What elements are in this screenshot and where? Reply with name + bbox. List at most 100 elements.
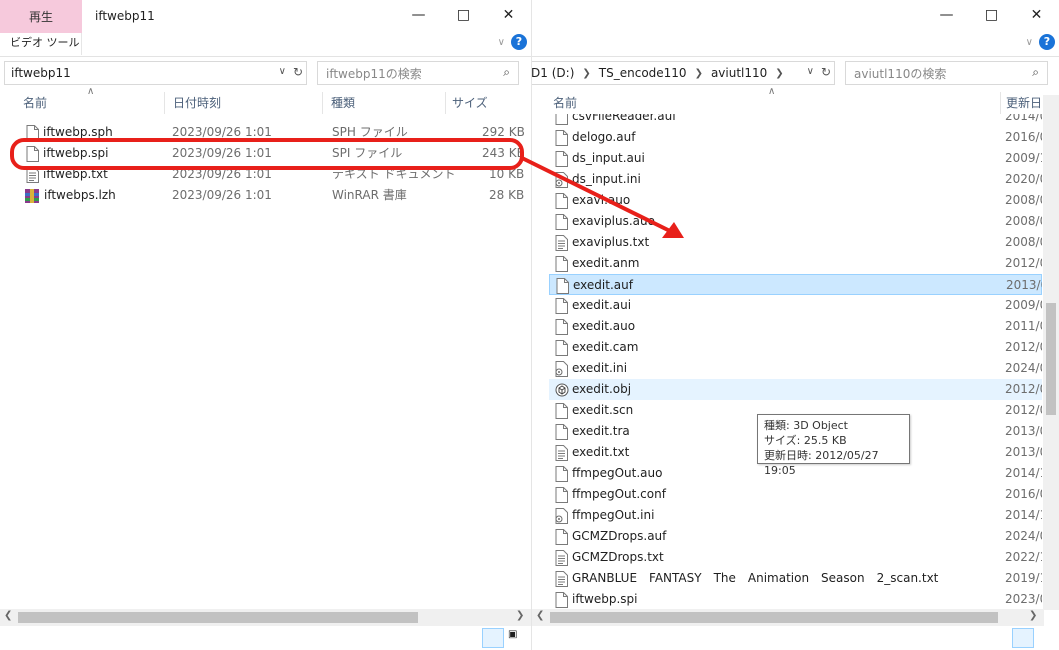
list-item[interactable]: exedit.aui 2009/0 — [549, 295, 1042, 316]
file-icon — [555, 297, 568, 314]
scroll-left-icon[interactable]: ❮ — [4, 610, 12, 621]
address-bar[interactable]: iftwebp11 ∨ ↻ — [4, 61, 307, 85]
list-item[interactable]: exedit.obj 2012/0 — [549, 379, 1042, 400]
help-icon[interactable]: ? — [511, 34, 527, 50]
playback-tool-tab[interactable]: 再生 — [0, 0, 82, 33]
list-item[interactable]: exaviplus.auo 2008/0 — [549, 211, 1042, 232]
list-item[interactable]: GRANBLUE FANTASY The Animation Season 2_… — [549, 568, 1042, 589]
breadcrumb-folder[interactable]: TS_encode110 — [599, 66, 687, 80]
file-date: 2016/0 — [1005, 130, 1042, 144]
list-item[interactable]: exedit.auo 2011/0 — [549, 316, 1042, 337]
address-dropdown-icon[interactable]: ∨ — [279, 66, 286, 77]
minimize-icon[interactable]: — — [396, 0, 441, 30]
left-horizontal-scrollbar[interactable]: ❮ ❯ — [0, 609, 531, 626]
file-date: 2014/0 — [1005, 114, 1042, 123]
column-size[interactable]: サイズ — [446, 88, 488, 116]
scroll-right-icon[interactable]: ❯ — [516, 610, 524, 621]
breadcrumb-drive[interactable]: :D1 (D:) — [532, 66, 574, 80]
minimize-icon[interactable]: — — [924, 0, 969, 30]
scrollbar-thumb[interactable] — [18, 612, 418, 623]
file-date: 2023/0 — [1005, 592, 1042, 606]
window-controls: — □ ✕ — [924, 0, 1059, 30]
search-icon[interactable]: ⌕ — [1032, 65, 1039, 80]
list-item[interactable]: csvFileReader.auf 2014/0 — [549, 114, 1042, 127]
column-name[interactable]: 名前 — [547, 88, 577, 116]
column-date[interactable]: 日付時刻 — [167, 88, 221, 116]
settings-file-icon — [555, 507, 568, 524]
refresh-icon[interactable]: ↻ — [821, 65, 831, 79]
list-item[interactable]: exedit.cam 2012/0 — [549, 337, 1042, 358]
file-name: exaviplus.txt — [572, 235, 650, 249]
list-item[interactable]: delogo.auf 2016/0 — [549, 127, 1042, 148]
ribbon-controls: ∨ ? — [498, 34, 527, 50]
column-separator[interactable] — [164, 92, 165, 114]
3d-object-icon — [555, 382, 569, 398]
maximize-icon[interactable]: □ — [441, 0, 486, 30]
right-vertical-scrollbar[interactable] — [1043, 95, 1059, 610]
column-date[interactable]: 更新日 — [1000, 88, 1042, 116]
help-icon[interactable]: ? — [1039, 34, 1055, 50]
file-date: 2009/1 — [1005, 151, 1042, 165]
list-item[interactable]: ds_input.ini 2020/0 — [549, 169, 1042, 190]
list-item[interactable]: ds_input.aui 2009/1 — [549, 148, 1042, 169]
video-tools-label[interactable]: ビデオ ツール — [0, 33, 82, 55]
list-item[interactable]: GCMZDrops.txt 2022/1 — [549, 547, 1042, 568]
file-name: exedit.cam — [572, 340, 639, 354]
file-name: ds_input.aui — [572, 151, 645, 165]
file-name: iftwebp.spi — [43, 146, 109, 160]
file-icon — [555, 150, 568, 167]
list-item[interactable]: exaviplus.txt 2008/0 — [549, 232, 1042, 253]
list-item[interactable]: exavi.auo 2008/0 — [549, 190, 1042, 211]
file-name: iftwebp.spi — [572, 592, 638, 606]
search-icon[interactable]: ⌕ — [503, 65, 510, 80]
expand-ribbon-icon[interactable]: ∨ — [498, 37, 505, 48]
scroll-right-icon[interactable]: ❯ — [1029, 610, 1037, 621]
address-dropdown-icon[interactable]: ∨ — [807, 66, 814, 77]
list-item[interactable]: iftwebp.txt 2023/09/26 1:01 テキスト ドキュメント … — [0, 164, 531, 185]
address-bar[interactable]: :D1 (D:) ❯ TS_encode110 ❯ aviutl110 ❯ ∨ … — [532, 61, 835, 85]
list-item[interactable]: exedit.anm 2012/0 — [549, 253, 1042, 274]
breadcrumb-chevron-icon[interactable]: ❯ — [582, 68, 590, 79]
scrollbar-thumb[interactable] — [550, 612, 998, 623]
scrollbar-thumb[interactable] — [1046, 303, 1056, 415]
search-input[interactable]: aviutl110の検索 ⌕ — [845, 61, 1048, 85]
breadcrumb-current[interactable]: aviutl110 — [711, 66, 767, 80]
list-item[interactable]: iftwebp.sph 2023/09/26 1:01 SPH ファイル 292… — [0, 122, 531, 143]
window-controls: — □ ✕ — [396, 0, 531, 30]
expand-ribbon-icon[interactable]: ∨ — [1026, 37, 1033, 48]
large-icons-view-icon[interactable] — [1037, 628, 1053, 648]
list-item[interactable]: ffmpegOut.ini 2014/1 — [549, 505, 1042, 526]
list-item[interactable]: iftwebps.lzh 2023/09/26 1:01 WinRAR 書庫 2… — [0, 185, 531, 206]
breadcrumb-chevron-icon[interactable]: ❯ — [775, 68, 783, 79]
list-item[interactable]: exedit.ini 2024/0 — [549, 358, 1042, 379]
tooltip-size: サイズ: 25.5 KB — [764, 434, 847, 447]
column-name[interactable]: 名前 — [17, 88, 47, 116]
scroll-left-icon[interactable]: ❮ — [536, 610, 544, 621]
breadcrumb-chevron-icon[interactable]: ❯ — [695, 68, 703, 79]
list-item[interactable]: GCMZDrops.auf 2024/0 — [549, 526, 1042, 547]
file-date: 2024/0 — [1005, 361, 1042, 375]
file-date: 2014/1 — [1005, 508, 1042, 522]
right-file-list: csvFileReader.auf2014/0delogo.auf2016/0d… — [532, 114, 1042, 609]
details-view-icon[interactable] — [482, 628, 504, 648]
search-input[interactable]: iftwebp11の検索 ⌕ — [317, 61, 519, 85]
list-item[interactable]: iftwebp.spi 2023/09/26 1:01 SPI ファイル 243… — [0, 143, 531, 164]
maximize-icon[interactable]: □ — [969, 0, 1014, 30]
list-item[interactable]: iftwebp.spi 2023/0 — [549, 589, 1042, 609]
file-icon — [555, 255, 568, 272]
list-item[interactable]: ffmpegOut.conf 2016/0 — [549, 484, 1042, 505]
close-icon[interactable]: ✕ — [1014, 0, 1059, 30]
close-icon[interactable]: ✕ — [486, 0, 531, 30]
large-icons-view-icon[interactable]: ▣ — [507, 628, 523, 648]
list-item[interactable]: exedit.auf 2013/0 — [549, 274, 1042, 295]
column-separator[interactable] — [322, 92, 323, 114]
left-title-bar: 再生 iftwebp11 — □ ✕ — [0, 0, 531, 33]
tooltip-modified: 更新日時: 2012/05/27 19:05 — [764, 449, 879, 477]
column-type[interactable]: 種類 — [325, 88, 355, 116]
file-name: iftwebp.txt — [43, 167, 108, 181]
right-horizontal-scrollbar[interactable]: ❮ ❯ — [532, 609, 1044, 626]
file-date: 2012/0 — [1005, 403, 1042, 417]
details-view-icon[interactable] — [1012, 628, 1034, 648]
file-icon — [555, 402, 568, 419]
refresh-icon[interactable]: ↻ — [293, 65, 303, 79]
